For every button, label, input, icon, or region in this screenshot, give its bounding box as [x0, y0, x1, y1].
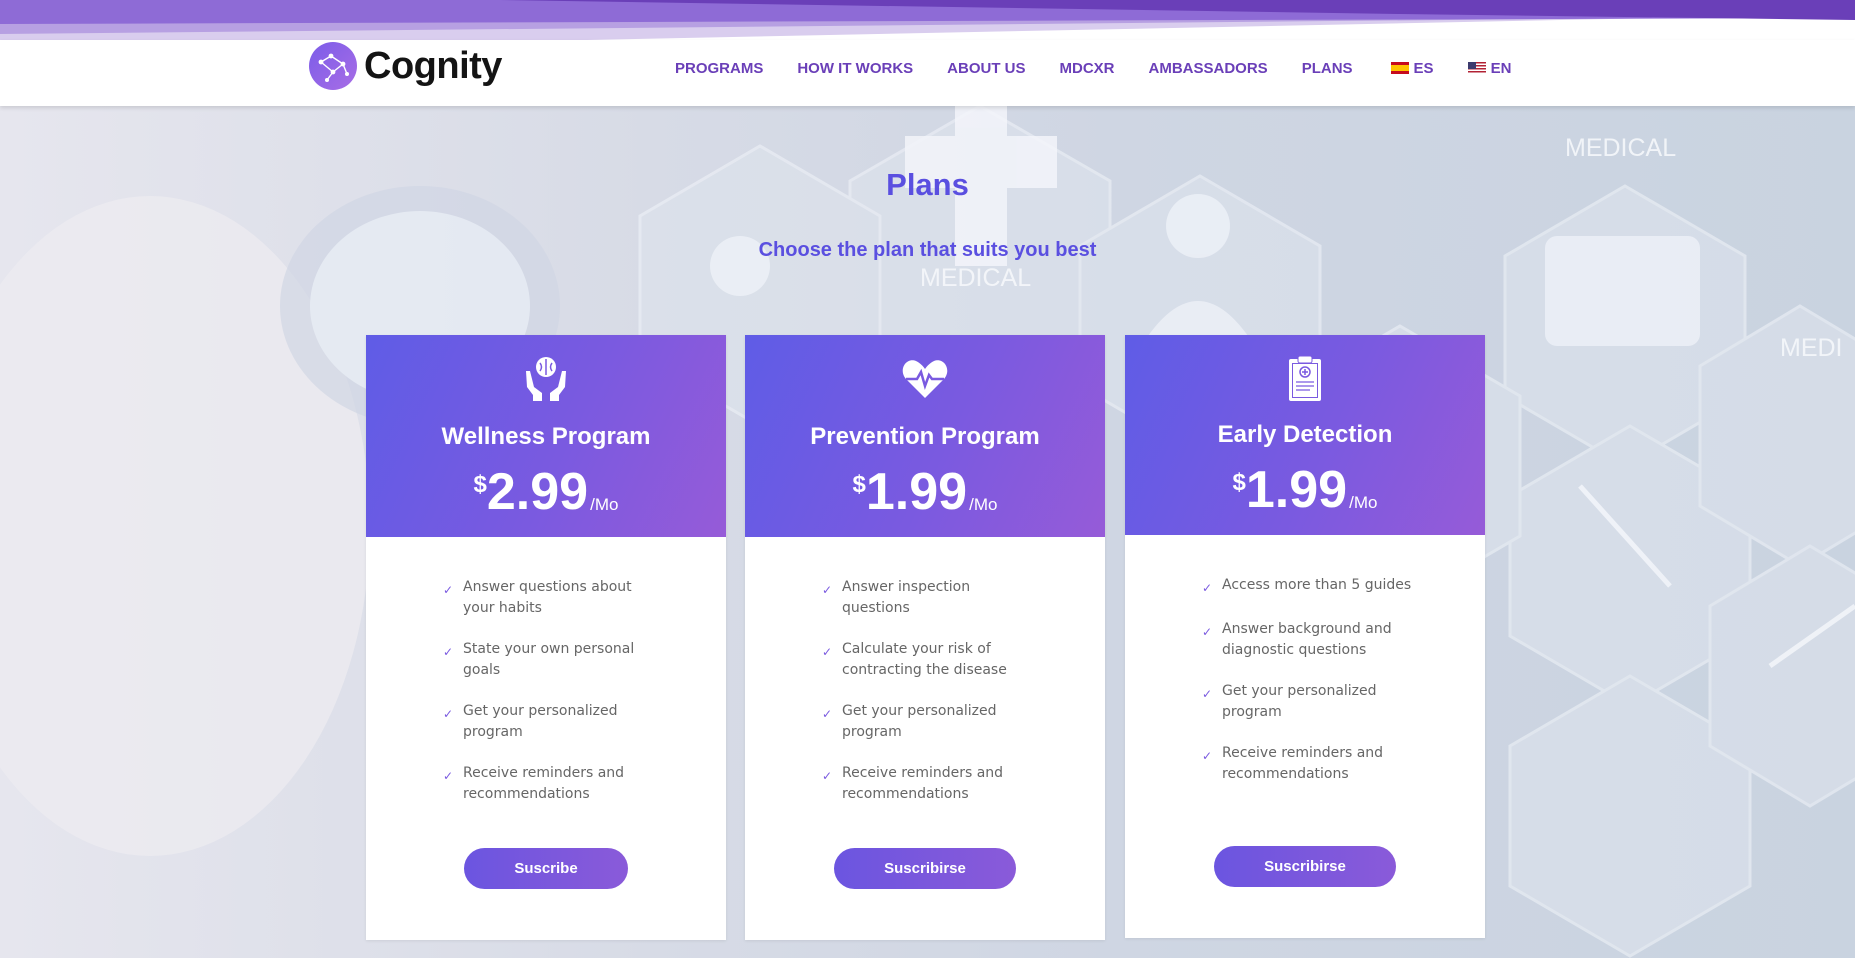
site-header: Cognity PROGRAMS HOW IT WORKS ABOUT US M…	[0, 40, 1855, 106]
nav-mdcxr[interactable]: MDCXR	[1060, 60, 1115, 77]
list-item: ✓ Answer background and diagnostic questi…	[1202, 619, 1422, 661]
background-word: MEDICAL	[920, 264, 1031, 292]
logo[interactable]: Cognity	[309, 42, 502, 90]
nav-programs[interactable]: PROGRAMS	[675, 60, 763, 77]
background-word: MEDI	[1780, 334, 1843, 362]
feature-list: ✓ Answer questions about your habits ✓ Sta…	[443, 577, 663, 825]
list-item: ✓ Calculate your risk of contracting the …	[822, 639, 1042, 681]
feature-text: State your own personal goals	[463, 641, 635, 678]
plan-card-header: Prevention Program $ 1.99 /Mo	[745, 335, 1105, 537]
list-item: ✓ Receive reminders and recommendations	[822, 763, 1042, 805]
check-icon: ✓	[1202, 581, 1213, 595]
language-es-label: ES	[1413, 59, 1434, 77]
check-icon: ✓	[1202, 625, 1213, 639]
plan-card-header: Wellness Program $ 2.99 /Mo	[366, 335, 726, 537]
check-icon: ✓	[443, 645, 454, 659]
main-nav: PROGRAMS HOW IT WORKS ABOUT US MDCXR AMB…	[675, 40, 1545, 96]
price-period: /Mo	[969, 495, 998, 514]
check-icon: ✓	[822, 707, 833, 721]
check-icon: ✓	[1202, 749, 1213, 763]
list-item: ✓ Receive reminders and recommendations	[443, 763, 663, 805]
nav-ambassadors[interactable]: AMBASSADORS	[1149, 60, 1268, 77]
plan-card-early-detection: Early Detection $ 1.99 /Mo ✓ Access more …	[1125, 335, 1485, 938]
subscribe-button[interactable]: Suscribe	[464, 848, 628, 889]
hands-brain-icon	[521, 353, 571, 403]
check-icon: ✓	[1202, 687, 1213, 701]
feature-list: ✓ Answer inspection questions ✓ Calculate …	[822, 577, 1042, 825]
language-en[interactable]: EN	[1467, 59, 1512, 77]
list-item: ✓ Get your personalized program	[822, 701, 1042, 743]
heart-pulse-icon	[900, 353, 950, 403]
nav-about-us[interactable]: ABOUT US	[947, 60, 1025, 77]
price-amount: 1.99	[865, 463, 968, 521]
plan-card-wellness: Wellness Program $ 2.99 /Mo ✓ Answer ques…	[366, 335, 726, 940]
plan-name: Early Detection	[1217, 421, 1393, 448]
price-amount: 2.99	[486, 463, 589, 521]
subscribe-button[interactable]: Suscribirse	[834, 848, 1016, 889]
feature-text: Answer inspection questions	[842, 579, 971, 616]
feature-text: Receive reminders and recommendations	[1222, 745, 1384, 782]
price-currency: $	[473, 471, 487, 498]
clipboard-medical-icon	[1280, 353, 1330, 403]
language-es[interactable]: ES	[1390, 59, 1434, 77]
nav-how-it-works[interactable]: HOW IT WORKS	[797, 60, 913, 77]
background-word: MEDICAL	[1565, 134, 1676, 162]
plan-card-header: Early Detection $ 1.99 /Mo	[1125, 335, 1485, 535]
price-currency: $	[1232, 469, 1246, 496]
price-period: /Mo	[590, 495, 619, 514]
spain-flag-icon	[1390, 62, 1409, 74]
nav-plans[interactable]: PLANS	[1302, 60, 1353, 77]
subscribe-button[interactable]: Suscribirse	[1214, 846, 1396, 887]
brand-name: Cognity	[364, 44, 502, 87]
check-icon: ✓	[443, 769, 454, 783]
feature-text: Answer questions about your habits	[463, 579, 632, 616]
plan-name: Wellness Program	[441, 423, 651, 450]
list-item: ✓ Answer questions about your habits	[443, 577, 663, 619]
check-icon: ✓	[822, 583, 833, 597]
list-item: ✓ Get your personalized program	[443, 701, 663, 743]
usa-flag-icon	[1467, 62, 1486, 74]
check-icon: ✓	[443, 707, 454, 721]
feature-text: Get your personalized program	[1222, 683, 1377, 720]
feature-text: Calculate your risk of contracting the d…	[842, 641, 1007, 678]
plan-card-prevention: Prevention Program $ 1.99 /Mo ✓ Answer in…	[745, 335, 1105, 940]
plan-price: $ 1.99 /Mo	[745, 465, 1105, 520]
plan-price: $ 2.99 /Mo	[366, 465, 726, 520]
plan-name: Prevention Program	[810, 423, 1040, 450]
list-item: ✓ State your own personal goals	[443, 639, 663, 681]
price-currency: $	[852, 471, 866, 498]
list-item: ✓ Access more than 5 guides	[1202, 575, 1422, 599]
check-icon: ✓	[822, 769, 833, 783]
list-item: ✓ Get your personalized program	[1202, 681, 1422, 723]
check-icon: ✓	[822, 645, 833, 659]
page-subtitle: Choose the plan that suits you best	[758, 239, 1097, 261]
plan-price: $ 1.99 /Mo	[1125, 463, 1485, 518]
feature-text: Receive reminders and recommendations	[463, 765, 625, 802]
list-item: ✓ Receive reminders and recommendations	[1202, 743, 1422, 785]
language-en-label: EN	[1490, 59, 1512, 77]
feature-text: Receive reminders and recommendations	[842, 765, 1004, 802]
feature-text: Answer background and diagnostic questio…	[1222, 621, 1392, 658]
check-icon: ✓	[443, 583, 454, 597]
price-amount: 1.99	[1245, 461, 1348, 519]
feature-list: ✓ Access more than 5 guides ✓ Answer backg…	[1202, 575, 1422, 805]
list-item: ✓ Answer inspection questions	[822, 577, 1042, 619]
feature-text: Access more than 5 guides	[1222, 577, 1412, 593]
constellation-icon	[309, 42, 357, 90]
feature-text: Get your personalized program	[463, 703, 618, 740]
feature-text: Get your personalized program	[842, 703, 997, 740]
price-period: /Mo	[1349, 493, 1378, 512]
page-title: Plans	[886, 167, 969, 202]
